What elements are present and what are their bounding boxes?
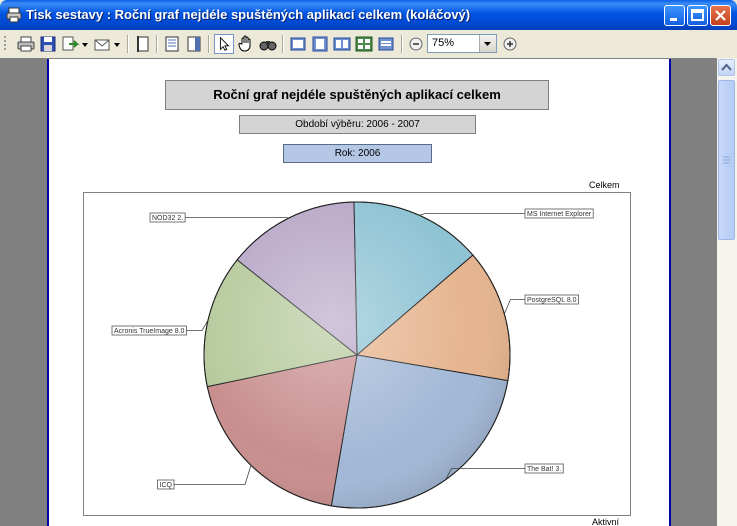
zoom-in-icon[interactable] (500, 34, 520, 54)
toolbar-separator (208, 35, 210, 53)
minimize-icon (670, 18, 677, 21)
header-footer-icon[interactable] (162, 34, 182, 54)
maximize-button[interactable] (687, 5, 708, 26)
slice-label: MS Internet Explorer (527, 211, 592, 218)
toolbar-separator (282, 35, 284, 53)
slice-label: The Bat! 3. (527, 466, 561, 473)
scroll-thumb[interactable] (718, 80, 735, 240)
close-icon (715, 10, 726, 21)
pie-chart: MS Internet Explorer PostgreSQL 8.0 The Ba… (111, 201, 594, 509)
window-title: Tisk sestavy : Roční graf nejdéle spuště… (26, 7, 471, 22)
minimize-button[interactable] (664, 5, 685, 26)
send-dropdown-icon[interactable] (112, 34, 122, 54)
toolbar-separator (401, 35, 403, 53)
slice-label: ICQ (160, 482, 173, 489)
scroll-up-button[interactable] (718, 59, 735, 76)
leader-line (186, 319, 209, 331)
grip-icon (723, 156, 730, 164)
thumbnails-icon[interactable] (376, 34, 396, 54)
toolbar-separator (156, 35, 158, 53)
preview-area: Roční graf nejdéle spuštěných aplikací c… (0, 58, 717, 526)
slice-label: PostgreSQL 8.0 (527, 297, 577, 304)
report-title: Roční graf nejdéle spuštěných aplikací c… (165, 80, 549, 110)
active-label: Aktivní (592, 517, 620, 526)
slice-label: NOD32 2. (152, 215, 183, 222)
year-label: Rok: 2006 (283, 144, 432, 163)
total-label: Celkem (589, 180, 620, 190)
slice-label: Acronis TrueImage 8.0 (114, 328, 185, 335)
find-icon[interactable] (258, 34, 278, 54)
page-width-icon[interactable] (310, 34, 330, 54)
page-setup-icon[interactable] (133, 34, 153, 54)
single-page-icon[interactable] (288, 34, 308, 54)
report-page: Roční graf nejdéle spuštěných aplikací c… (47, 59, 671, 526)
leader-line (504, 299, 525, 315)
export-icon[interactable] (60, 34, 80, 54)
print-icon[interactable] (16, 34, 36, 54)
two-pages-icon[interactable] (332, 34, 352, 54)
toolbar-separator (127, 35, 129, 53)
pointer-tool-icon[interactable] (214, 34, 234, 54)
period-label: Období výběru: 2006 - 2007 (239, 115, 476, 134)
toolbar: 75% (0, 30, 737, 59)
zoom-dropdown-button[interactable] (479, 35, 496, 52)
zoom-out-icon[interactable] (406, 34, 426, 54)
zoom-value: 75% (432, 37, 455, 49)
multiple-pages-icon[interactable] (354, 34, 374, 54)
chart-frame: MS Internet Explorer PostgreSQL 8.0 The Ba… (83, 192, 631, 516)
save-icon[interactable] (38, 34, 58, 54)
toolbar-grip-icon (4, 36, 6, 50)
zoom-select[interactable]: 75% (427, 34, 497, 53)
page-layout-icon[interactable] (184, 34, 204, 54)
chevron-up-icon (721, 63, 732, 71)
send-icon[interactable] (93, 34, 113, 54)
hand-tool-icon[interactable] (236, 34, 256, 54)
chevron-down-icon (484, 42, 491, 46)
pie-slice (330, 354, 509, 509)
leader-line (174, 465, 252, 485)
leader-line (419, 213, 525, 216)
maximize-icon (691, 9, 704, 21)
vertical-scrollbar[interactable] (717, 58, 737, 526)
export-dropdown-icon[interactable] (80, 34, 90, 54)
close-button[interactable] (710, 5, 731, 26)
title-bar: Tisk sestavy : Roční graf nejdéle spuště… (0, 0, 737, 30)
printer-icon (6, 7, 22, 23)
